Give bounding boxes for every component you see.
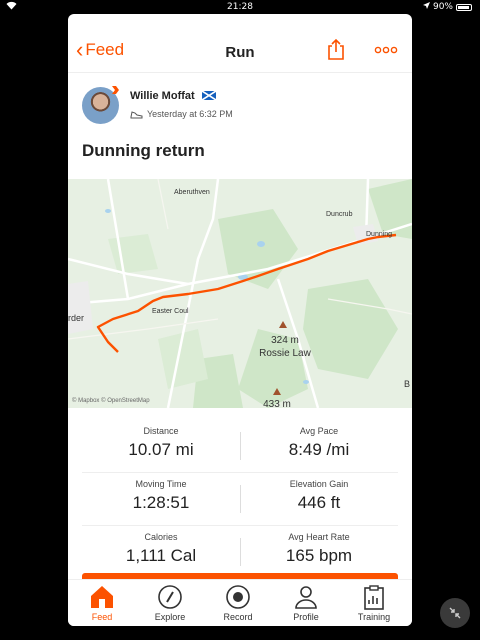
- stat-label: Calories: [144, 532, 178, 542]
- status-bar: 21:28 90%: [0, 0, 480, 14]
- tab-feed[interactable]: Feed: [68, 584, 136, 622]
- stat-distance: Distance 10.07 mi: [82, 426, 240, 460]
- compass-icon: [158, 585, 182, 609]
- record-icon: [226, 585, 250, 609]
- shoe-icon: [130, 110, 143, 118]
- tab-profile[interactable]: Profile: [272, 584, 340, 622]
- clipboard-icon: [364, 585, 384, 610]
- athlete-name[interactable]: Willie Moffat: [130, 90, 216, 102]
- stat-value: 446 ft: [297, 493, 341, 512]
- stat-avg-heart-rate: Avg Heart Rate 165 bpm: [240, 532, 398, 566]
- map-label-aberuthven: Aberuthven: [174, 189, 210, 196]
- home-icon: [91, 586, 113, 608]
- app-screen: ‹ Feed Run Willie Moffat Yesterday at 6:…: [68, 14, 412, 626]
- profile-icon: [295, 586, 317, 609]
- stats-row: Distance 10.07 mi Avg Pace 8:49 /mi: [82, 420, 398, 473]
- stat-moving-time: Moving Time 1:28:51: [82, 479, 240, 513]
- bottom-tab-bar: Feed Explore Record Profile Training: [68, 579, 412, 626]
- scotland-flag-icon: [201, 91, 216, 100]
- more-options-button[interactable]: [374, 42, 398, 54]
- tab-label: Training: [357, 612, 391, 622]
- stat-calories: Calories 1,111 Cal: [82, 532, 240, 566]
- stat-value: 10.07 mi: [128, 440, 194, 459]
- tab-label: Record: [223, 612, 253, 622]
- map-label-peak-name: Rossie Law: [259, 348, 311, 359]
- minimize-button[interactable]: [440, 598, 470, 628]
- tab-label: Feed: [91, 612, 113, 622]
- stat-value: 1,111 Cal: [125, 546, 197, 565]
- nav-header: ‹ Feed Run: [68, 14, 412, 73]
- map-label-edge-fragment: B: [404, 379, 411, 389]
- tab-label: Profile: [293, 612, 319, 622]
- tab-label: Explore: [154, 612, 186, 622]
- map-label-town-fragment: rder: [68, 313, 85, 323]
- activity-timestamp: Yesterday at 6:32 PM: [147, 109, 233, 119]
- map-label-peak-height: 324 m: [271, 335, 299, 346]
- stat-value: 165 bpm: [285, 546, 353, 565]
- peak-marker-icon: [279, 321, 287, 328]
- stat-avg-pace: Avg Pace 8:49 /mi: [240, 426, 398, 460]
- athlete-name-text: Willie Moffat: [130, 90, 195, 102]
- route-map[interactable]: Aberuthven Duncrub Dunning Easter Coul r…: [68, 179, 412, 408]
- stat-label: Distance: [143, 426, 179, 436]
- stat-label: Elevation Gain: [289, 479, 349, 489]
- stat-label: Avg Pace: [299, 426, 339, 436]
- stat-label: Avg Heart Rate: [288, 532, 350, 542]
- tab-training[interactable]: Training: [340, 584, 408, 622]
- activity-meta: Yesterday at 6:32 PM: [130, 109, 233, 119]
- stat-elevation-gain: Elevation Gain 446 ft: [240, 479, 398, 513]
- status-right: 90%: [422, 2, 472, 12]
- more-dots-icon: [374, 46, 398, 54]
- page-title: Run: [225, 44, 255, 61]
- stat-value: 8:49 /mi: [288, 440, 350, 459]
- map-attribution[interactable]: © Mapbox © OpenStreetMap: [72, 398, 150, 404]
- athlete-header: Willie Moffat Yesterday at 6:32 PM: [82, 86, 398, 127]
- stat-label: Moving Time: [135, 479, 187, 489]
- battery-percent: 90%: [432, 2, 453, 12]
- share-icon: [328, 38, 344, 60]
- collapse-arrows-icon: [449, 607, 461, 619]
- activity-title: Dunning return: [82, 141, 205, 160]
- tab-explore[interactable]: Explore: [136, 584, 204, 622]
- stat-value: 1:28:51: [132, 493, 190, 512]
- stats-row: Moving Time 1:28:51 Elevation Gain 446 f…: [82, 473, 398, 526]
- share-button[interactable]: [326, 38, 346, 60]
- map-canvas: [68, 179, 412, 408]
- map-label-easter-coul: Easter Coul: [152, 308, 189, 315]
- map-label-duncrub: Duncrub: [326, 211, 353, 218]
- map-label-peak-height-2: 433 m: [263, 399, 291, 408]
- stats-row: Calories 1,111 Cal Avg Heart Rate 165 bp…: [82, 526, 398, 578]
- subscriber-badge-icon: [112, 86, 119, 94]
- stats-grid: Distance 10.07 mi Avg Pace 8:49 /mi Movi…: [82, 420, 398, 578]
- tab-record[interactable]: Record: [204, 584, 272, 622]
- location-arrow-icon: [422, 2, 430, 12]
- map-label-dunning: Dunning: [366, 231, 393, 238]
- status-time: 21:28: [227, 2, 253, 12]
- battery-icon: [456, 3, 472, 11]
